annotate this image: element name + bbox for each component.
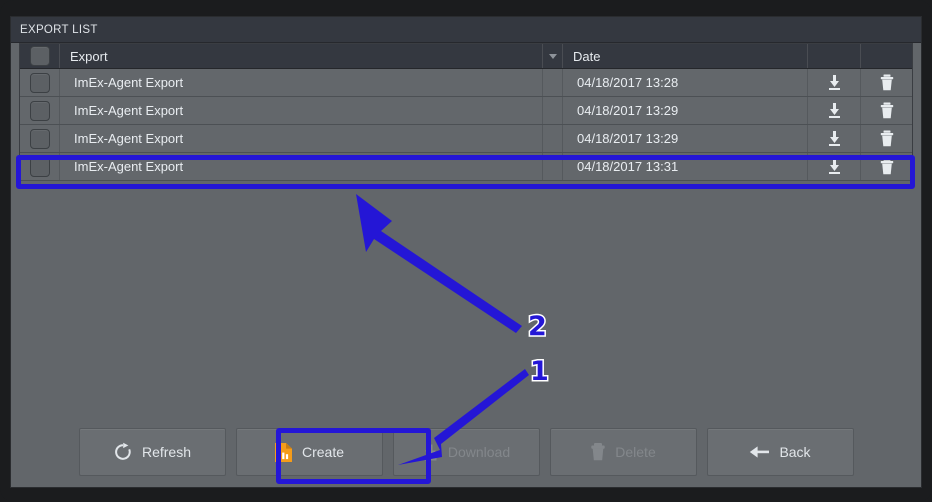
empty-list-area: [19, 181, 913, 425]
chevron-down-icon: [548, 53, 557, 59]
column-header-export[interactable]: Export: [60, 44, 543, 68]
download-icon: [828, 103, 840, 118]
row-delete-button[interactable]: [861, 125, 912, 152]
row-select-cell[interactable]: [20, 69, 60, 96]
column-header-export-label: Export: [70, 48, 108, 64]
footer-toolbar: Refresh Create Download Delete Back: [11, 425, 921, 487]
row-spacer-cell: [543, 153, 563, 180]
row-name-cell: ImEx-Agent Export: [60, 69, 543, 96]
row-checkbox[interactable]: [29, 128, 50, 149]
row-date-cell: 04/18/2017 13:29: [563, 125, 808, 152]
export-table: Export Date ImEx-Agent Export 04/18/2017…: [19, 43, 913, 181]
table-row[interactable]: ImEx-Agent Export 04/18/2017 13:29: [20, 125, 912, 153]
row-download-button[interactable]: [808, 153, 861, 180]
row-date-label: 04/18/2017 13:31: [577, 159, 679, 174]
table-row[interactable]: ImEx-Agent Export 04/18/2017 13:28: [20, 69, 912, 97]
row-name-label: ImEx-Agent Export: [74, 75, 184, 90]
row-spacer-cell: [543, 69, 563, 96]
refresh-button-label: Refresh: [141, 444, 192, 460]
page-title: EXPORT LIST: [20, 23, 98, 36]
back-button-label: Back: [779, 444, 811, 460]
create-button-label: Create: [301, 444, 345, 460]
delete-button[interactable]: Delete: [549, 428, 697, 476]
trash-icon: [880, 74, 893, 91]
row-delete-button[interactable]: [861, 69, 912, 96]
arrow-left-icon: [750, 446, 770, 458]
annotation-number-2: 2: [527, 311, 549, 342]
trash-icon: [880, 158, 893, 175]
row-date-cell: 04/18/2017 13:31: [563, 153, 808, 180]
table-row[interactable]: ImEx-Agent Export 04/18/2017 13:31: [20, 153, 912, 181]
download-button[interactable]: Download: [392, 428, 540, 476]
row-select-cell[interactable]: [20, 97, 60, 124]
trash-icon: [591, 443, 605, 461]
row-select-cell[interactable]: [20, 153, 60, 180]
row-delete-button[interactable]: [861, 153, 912, 180]
row-name-cell: ImEx-Agent Export: [60, 153, 543, 180]
delete-button-label: Delete: [615, 444, 656, 460]
download-icon: [828, 159, 840, 174]
row-date-label: 04/18/2017 13:28: [577, 75, 679, 90]
row-name-cell: ImEx-Agent Export: [60, 125, 543, 152]
column-header-download: [808, 44, 861, 68]
row-name-label: ImEx-Agent Export: [74, 103, 184, 118]
trash-icon: [880, 130, 893, 147]
trash-icon: [880, 102, 893, 119]
row-checkbox[interactable]: [29, 72, 50, 93]
new-report-icon: [274, 442, 292, 462]
column-header-date[interactable]: Date: [563, 44, 808, 68]
row-spacer-cell: [543, 97, 563, 124]
column-sort-indicator[interactable]: [543, 44, 563, 68]
row-name-label: ImEx-Agent Export: [74, 159, 184, 174]
panel-titlebar: EXPORT LIST: [11, 17, 921, 43]
row-download-button[interactable]: [808, 97, 861, 124]
column-header-delete: [861, 44, 912, 68]
row-download-button[interactable]: [808, 69, 861, 96]
download-icon: [424, 444, 437, 460]
refresh-button[interactable]: Refresh: [78, 428, 226, 476]
row-select-cell[interactable]: [20, 125, 60, 152]
row-date-cell: 04/18/2017 13:29: [563, 97, 808, 124]
row-name-cell: ImEx-Agent Export: [60, 97, 543, 124]
row-download-button[interactable]: [808, 125, 861, 152]
download-button-label: Download: [447, 444, 511, 460]
column-header-select[interactable]: [20, 44, 60, 68]
select-all-checkbox[interactable]: [29, 46, 50, 66]
create-button[interactable]: Create: [235, 428, 383, 476]
table-header-row: Export Date: [20, 44, 912, 69]
row-checkbox[interactable]: [29, 156, 50, 177]
row-checkbox[interactable]: [29, 100, 50, 121]
export-list-panel: EXPORT LIST Export Date ImEx-Agent Expor…: [10, 16, 922, 488]
annotation-number-1: 1: [529, 356, 551, 387]
row-spacer-cell: [543, 125, 563, 152]
download-icon: [828, 131, 840, 146]
row-date-label: 04/18/2017 13:29: [577, 131, 679, 146]
row-name-label: ImEx-Agent Export: [74, 131, 184, 146]
refresh-icon: [115, 442, 131, 460]
row-date-cell: 04/18/2017 13:28: [563, 69, 808, 96]
column-header-date-label: Date: [573, 48, 601, 64]
screenshot-root: EXPORT LIST Export Date ImEx-Agent Expor…: [0, 0, 932, 502]
back-button[interactable]: Back: [706, 428, 854, 476]
table-row[interactable]: ImEx-Agent Export 04/18/2017 13:29: [20, 97, 912, 125]
download-icon: [828, 75, 840, 90]
row-delete-button[interactable]: [861, 97, 912, 124]
row-date-label: 04/18/2017 13:29: [577, 103, 679, 118]
